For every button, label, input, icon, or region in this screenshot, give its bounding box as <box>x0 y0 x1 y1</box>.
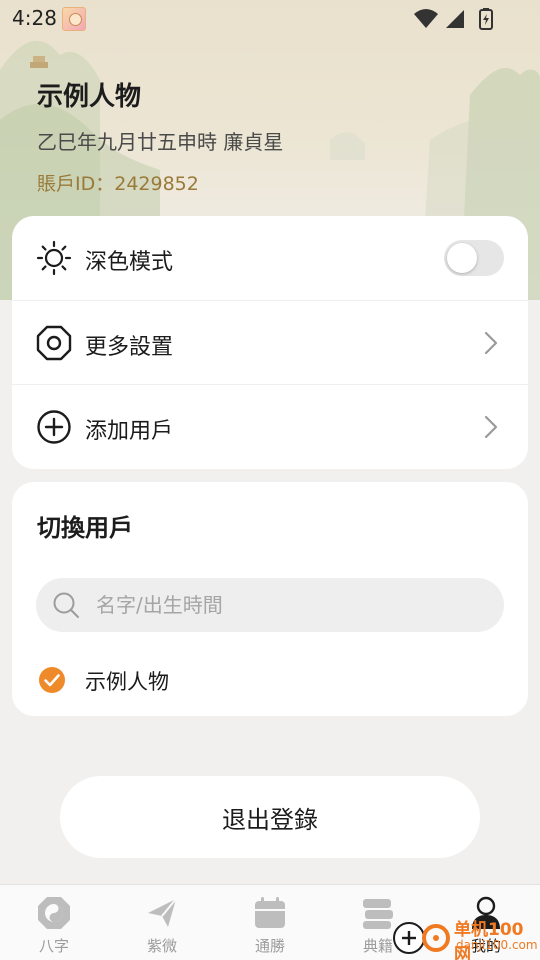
dark-mode-row[interactable]: 深色模式 <box>12 216 528 300</box>
status-bar: 4:28 <box>0 0 540 36</box>
user-list-item[interactable]: 示例人物 <box>36 662 496 698</box>
settings-card: 深色模式 更多設置 添加用戶 <box>12 216 528 469</box>
nav-item-bazi[interactable]: 八字 <box>0 885 108 960</box>
settings-octagon-icon <box>36 325 72 361</box>
battery-icon <box>479 8 493 30</box>
nav-label: 八字 <box>38 937 69 955</box>
add-circle-icon <box>37 410 71 444</box>
switch-user-title: 切換用戶 <box>37 514 133 542</box>
status-time: 4:28 <box>12 6 57 30</box>
sun-icon <box>36 240 72 276</box>
user-search-input[interactable] <box>96 588 486 622</box>
add-user-row[interactable]: 添加用戶 <box>12 384 528 468</box>
nav-label: 通勝 <box>254 937 285 955</box>
dark-mode-label: 深色模式 <box>85 250 174 275</box>
wifi-icon <box>414 9 438 28</box>
user-name: 示例人物 <box>85 670 169 694</box>
account-id: 賬戶ID：2429852 <box>37 173 199 195</box>
more-settings-row[interactable]: 更多設置 <box>12 300 528 384</box>
nav-label: 紫微 <box>146 937 177 955</box>
watermark-subtext: danji100.com <box>456 938 538 952</box>
profile-birth-info: 乙巳年九月廿五申時 廉貞星 <box>37 130 284 154</box>
profile-name: 示例人物 <box>37 82 142 112</box>
user-search-box[interactable] <box>36 578 504 632</box>
books-icon <box>363 899 393 929</box>
chevron-right-icon <box>484 415 498 439</box>
ziwei-icon <box>148 898 177 927</box>
switch-user-card: 切換用戶 示例人物 <box>12 482 528 716</box>
bazi-icon <box>38 897 70 929</box>
cellular-signal-icon <box>446 10 464 28</box>
dark-mode-toggle[interactable] <box>444 240 504 276</box>
more-settings-label: 更多設置 <box>85 335 174 360</box>
status-indicators <box>414 8 493 30</box>
nav-item-tongsheng[interactable]: 通勝 <box>216 885 324 960</box>
search-icon <box>53 592 79 618</box>
site-watermark: 单机100网 danji100.com <box>392 914 540 960</box>
logout-button[interactable]: 退出登錄 <box>60 776 480 858</box>
nav-item-ziwei[interactable]: 紫微 <box>108 885 216 960</box>
toggle-knob <box>447 243 477 273</box>
watermark-logo-icon <box>393 922 450 954</box>
add-user-label: 添加用戶 <box>85 419 174 444</box>
checkmark-circle-icon <box>39 667 65 693</box>
chevron-right-icon <box>484 331 498 355</box>
app-notification-icon <box>62 7 86 31</box>
calendar-icon <box>255 897 285 928</box>
